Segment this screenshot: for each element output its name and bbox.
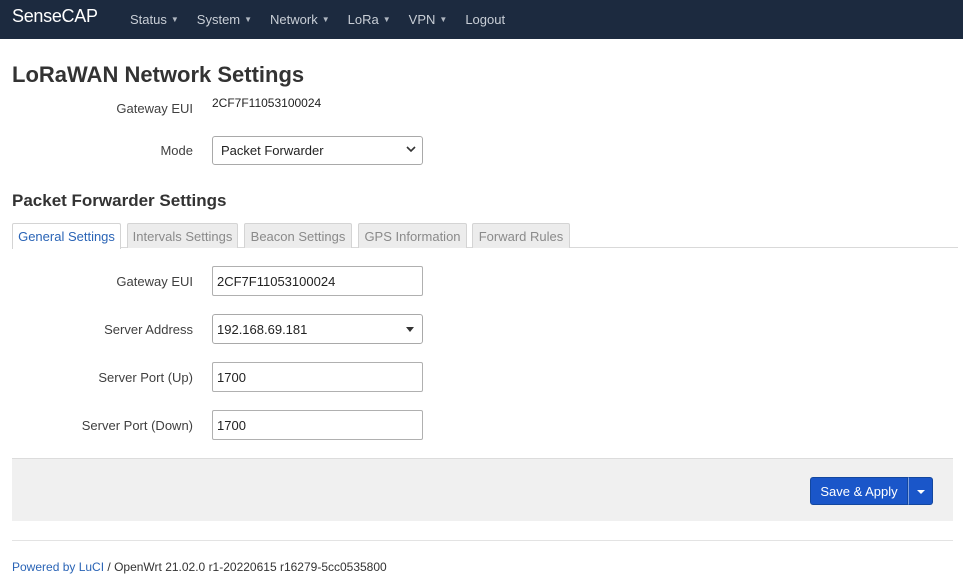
powered-by-luci-link[interactable]: Powered by LuCI <box>12 560 104 574</box>
mode-select[interactable]: Packet Forwarder <box>212 136 423 165</box>
footer: Powered by LuCI / OpenWrt 21.02.0 r1-202… <box>12 560 387 574</box>
menu-system[interactable]: System ▼ <box>188 0 261 39</box>
server-address-label: Server Address <box>104 322 193 337</box>
caret-down-icon: ▼ <box>382 15 391 24</box>
caret-down-icon: ▼ <box>439 15 448 24</box>
tab-intervals-settings[interactable]: Intervals Settings <box>127 223 238 248</box>
caret-down-icon <box>917 490 925 494</box>
menu-network-label: Network <box>270 12 318 27</box>
save-apply-dropdown-button[interactable] <box>908 477 933 505</box>
port-down-label: Server Port (Down) <box>81 418 193 433</box>
menu-lora[interactable]: LoRa ▼ <box>339 0 400 39</box>
mode-select-value: Packet Forwarder <box>221 143 324 158</box>
dropdown-arrow-icon <box>406 327 414 332</box>
menu-logout[interactable]: Logout <box>456 0 514 39</box>
version-text: / OpenWrt 21.02.0 r1-20220615 r16279-5cc… <box>104 560 387 574</box>
chevron-down-icon <box>406 144 416 157</box>
tab-gps-information[interactable]: GPS Information <box>358 223 467 248</box>
menu-system-label: System <box>196 12 241 27</box>
menu-status-label: Status <box>130 12 167 27</box>
main-menu: Status ▼ System ▼ Network ▼ LoRa ▼ VPN ▼ Logo… <box>121 0 514 39</box>
top-navbar: SenseCAP Status ▼ System ▼ Network ▼ LoRa ▼ … <box>0 0 963 39</box>
settings-tabs: General Settings Intervals Settings Beac… <box>12 223 958 249</box>
server-address-value: 192.168.69.181 <box>217 321 308 337</box>
menu-network[interactable]: Network ▼ <box>261 0 339 39</box>
menu-lora-label: LoRa <box>347 12 379 27</box>
caret-down-icon: ▼ <box>170 15 179 24</box>
port-up-label: Server Port (Up) <box>98 370 193 385</box>
save-apply-button[interactable]: Save & Apply <box>810 477 908 505</box>
tab-label: Beacon Settings <box>250 228 346 244</box>
brand-logo[interactable]: SenseCAP <box>12 6 98 27</box>
footer-divider <box>12 540 953 541</box>
gateway-eui-label: Gateway EUI <box>116 101 193 116</box>
mode-label: Mode <box>160 143 193 158</box>
tab-beacon-settings[interactable]: Beacon Settings <box>244 223 352 248</box>
gateway-eui-value: 2CF7F11053100024 <box>212 96 322 110</box>
gateway-eui-field[interactable] <box>212 266 423 296</box>
port-down-field[interactable] <box>212 410 423 440</box>
tab-label: Forward Rules <box>478 228 564 244</box>
section-title: Packet Forwarder Settings <box>12 191 227 210</box>
caret-down-icon: ▼ <box>244 15 253 24</box>
menu-vpn[interactable]: VPN ▼ <box>400 0 457 39</box>
page-title: LoRaWAN Network Settings <box>12 62 305 87</box>
server-address-select[interactable]: 192.168.69.181 <box>212 314 423 344</box>
tab-general-settings[interactable]: General Settings <box>12 223 121 249</box>
port-up-field[interactable] <box>212 362 423 392</box>
tab-label: Intervals Settings <box>132 228 233 244</box>
action-bar: Save & Apply <box>12 458 953 521</box>
pf-gateway-eui-label: Gateway EUI <box>116 274 193 289</box>
tab-forward-rules[interactable]: Forward Rules <box>472 223 570 248</box>
menu-status[interactable]: Status ▼ <box>121 0 188 39</box>
menu-vpn-label: VPN <box>408 12 436 27</box>
tab-label: General Settings <box>18 229 115 244</box>
menu-logout-label: Logout <box>465 12 506 27</box>
tab-label: GPS Information <box>364 228 461 244</box>
caret-down-icon: ▼ <box>321 15 330 24</box>
